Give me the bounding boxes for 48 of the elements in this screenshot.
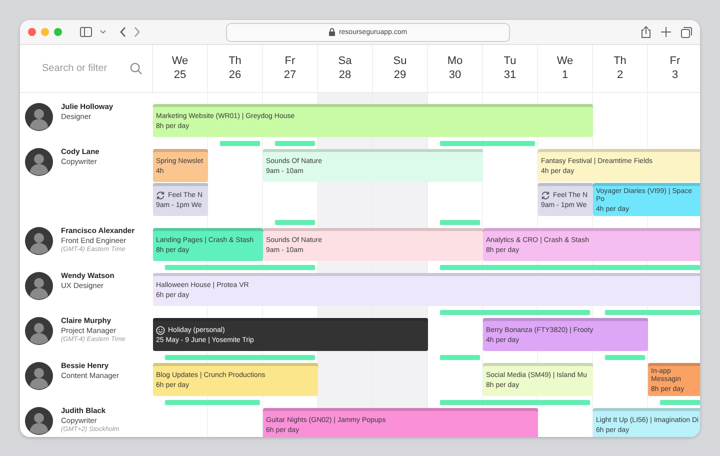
search-icon bbox=[130, 62, 142, 75]
tabs-icon[interactable] bbox=[681, 26, 692, 38]
weekday-label: Fr bbox=[670, 54, 680, 68]
date-label: 1 bbox=[562, 68, 568, 82]
date-label: 28 bbox=[338, 68, 352, 82]
date-label: 29 bbox=[394, 68, 406, 82]
weekday-label: Mo bbox=[447, 54, 463, 68]
weekday-label: We bbox=[556, 54, 574, 68]
weekday-label: Fr bbox=[284, 54, 296, 68]
avatar-icon bbox=[25, 272, 53, 300]
chevron-down-icon[interactable] bbox=[100, 30, 106, 34]
avatar-icon bbox=[25, 227, 53, 255]
availability-bar bbox=[275, 140, 315, 146]
back-icon[interactable] bbox=[120, 27, 126, 37]
availability-bar bbox=[605, 354, 645, 360]
share-icon[interactable] bbox=[641, 26, 651, 38]
date-label: 31 bbox=[504, 68, 516, 82]
date-label: 26 bbox=[228, 68, 242, 82]
avatar-icon bbox=[25, 362, 53, 390]
lock-icon bbox=[328, 28, 335, 36]
availability-bar bbox=[275, 220, 315, 224]
forward-icon[interactable] bbox=[134, 27, 140, 37]
weekday-label: Th bbox=[614, 54, 626, 68]
weekday-label: Su bbox=[393, 54, 407, 68]
repeat-icon bbox=[156, 191, 165, 200]
avatar-icon bbox=[25, 317, 53, 345]
availability-bar bbox=[220, 140, 260, 146]
repeat-icon bbox=[541, 191, 550, 200]
avatar-icon bbox=[25, 148, 53, 176]
date-label: 27 bbox=[284, 68, 296, 82]
plus-icon[interactable] bbox=[661, 27, 671, 37]
close-button[interactable] bbox=[28, 28, 36, 36]
search-field[interactable]: Search or filter bbox=[42, 63, 130, 74]
weekday-label: Sa bbox=[338, 54, 352, 68]
weekday-label: Th bbox=[228, 54, 242, 68]
sidebar-icon[interactable] bbox=[80, 27, 92, 37]
smiley-icon bbox=[156, 326, 165, 336]
date-label: 30 bbox=[448, 68, 462, 82]
date-label: 3 bbox=[672, 68, 678, 82]
avatar-icon bbox=[25, 103, 53, 131]
date-label: 2 bbox=[616, 68, 624, 82]
weekday-label: We bbox=[172, 54, 188, 68]
avatar-icon bbox=[25, 407, 53, 435]
date-label: 25 bbox=[174, 68, 186, 82]
availability-bar bbox=[440, 354, 480, 360]
availability-bar bbox=[440, 220, 480, 224]
weekday-label: Tu bbox=[504, 54, 516, 68]
availability-bar bbox=[660, 400, 700, 404]
